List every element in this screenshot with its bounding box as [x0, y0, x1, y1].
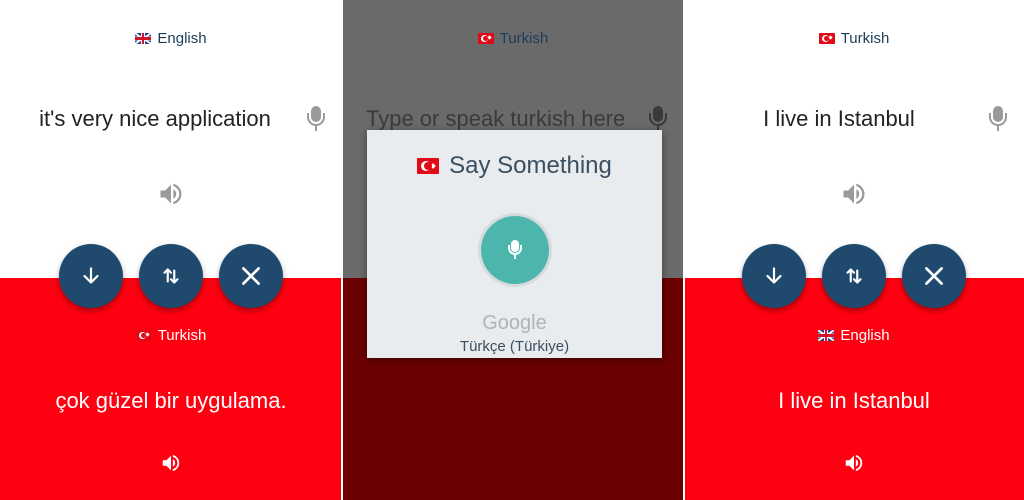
panel-divider [341, 0, 343, 500]
source-input-placeholder[interactable]: Type or speak turkish here [366, 106, 625, 132]
translation-panel-3: Turkish I live in Istanbul English I liv… [684, 0, 1024, 500]
swap-languages-button[interactable] [139, 244, 203, 308]
swap-languages-button[interactable] [822, 244, 886, 308]
speaker-icon[interactable] [159, 452, 183, 474]
uk-flag-icon [818, 330, 835, 341]
locale-label[interactable]: Türkçe (Türkiye) [367, 338, 662, 355]
source-language[interactable]: Turkish [684, 30, 1024, 47]
translation-panel-2: Turkish Type or speak turkish here Say S… [342, 0, 684, 500]
source-language[interactable]: Turkish [342, 30, 684, 47]
target-language-label: English [840, 327, 890, 344]
speech-input-dialog: Say Something Google Türkçe (Türkiye) [367, 130, 662, 358]
uk-flag-icon [135, 33, 152, 44]
action-buttons [0, 244, 342, 308]
panel-divider [683, 0, 685, 500]
clear-button[interactable] [219, 244, 283, 308]
arrow-down-icon [766, 267, 782, 284]
mic-icon[interactable] [306, 106, 326, 134]
target-language[interactable]: English [684, 327, 1024, 344]
swap-icon [163, 268, 179, 284]
dialog-title: Say Something [367, 152, 662, 180]
source-text[interactable]: I live in Istanbul [684, 106, 994, 132]
dialog-title-text: Say Something [449, 152, 612, 179]
source-language-label: Turkish [499, 30, 549, 47]
turkey-flag-icon [818, 33, 835, 44]
speaker-icon[interactable] [156, 180, 186, 208]
google-logo: Google [482, 312, 547, 334]
source-language[interactable]: English [0, 30, 342, 47]
clear-button[interactable] [902, 244, 966, 308]
close-icon [925, 267, 943, 285]
source-area: English it's very nice application [0, 0, 342, 278]
turkey-flag-icon [135, 330, 152, 341]
source-area: Turkish I live in Istanbul [684, 0, 1024, 278]
speaker-icon[interactable] [839, 180, 869, 208]
source-language-label: English [157, 30, 207, 47]
target-language-label: Turkish [157, 327, 207, 344]
turkey-flag-icon [417, 158, 440, 174]
action-buttons [684, 244, 1024, 308]
arrow-down-icon [83, 267, 99, 284]
translate-down-button[interactable] [59, 244, 123, 308]
translated-text: I live in Istanbul [778, 388, 930, 413]
swap-icon [846, 268, 862, 284]
mic-icon [508, 240, 522, 260]
close-icon [242, 267, 260, 285]
translation-panel-1: English it's very nice application Turki… [0, 0, 342, 500]
source-text[interactable]: it's very nice application [0, 106, 310, 132]
turkey-flag-icon [477, 33, 494, 44]
speaker-icon[interactable] [842, 452, 866, 474]
listen-mic-button[interactable] [481, 216, 549, 284]
translate-down-button[interactable] [742, 244, 806, 308]
mic-icon[interactable] [988, 106, 1008, 134]
translated-text: çok güzel bir uygulama. [55, 388, 287, 413]
target-language[interactable]: Turkish [0, 327, 342, 344]
source-language-label: Turkish [840, 30, 890, 47]
